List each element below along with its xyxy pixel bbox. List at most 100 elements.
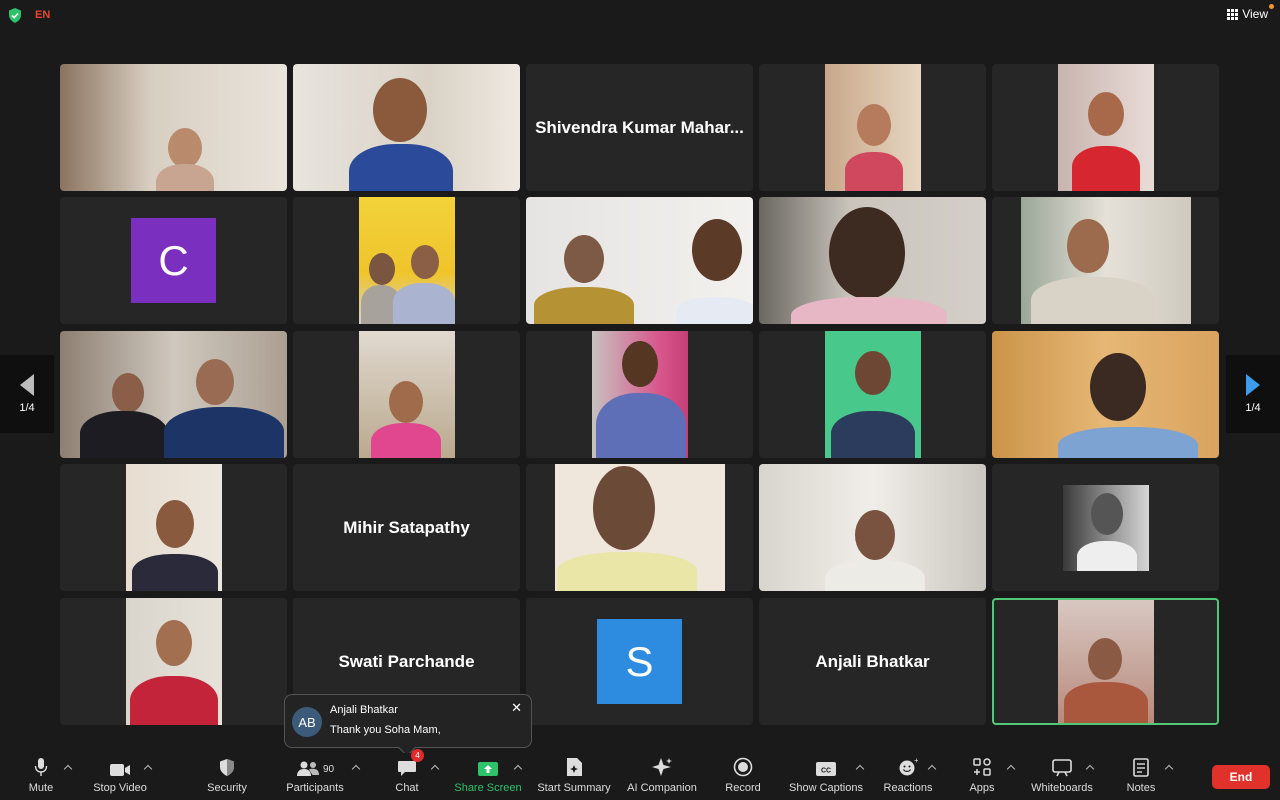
participant-tile[interactable]: Shivendra Kumar Mahar... [526, 64, 753, 191]
previous-page-button[interactable]: 1/4 [0, 355, 54, 433]
whiteboard-icon [1052, 759, 1072, 777]
participant-video-tile[interactable] [293, 64, 520, 191]
participant-tile[interactable]: C [60, 197, 287, 324]
reactions-button[interactable]: + Reactions [880, 753, 936, 800]
participant-video [358, 197, 455, 324]
record-icon [733, 757, 753, 777]
sender-avatar: AB [292, 707, 322, 737]
apps-options-caret[interactable] [1007, 763, 1015, 771]
participant-video-tile[interactable] [526, 331, 753, 458]
whiteboards-options-caret[interactable] [1086, 763, 1094, 771]
chat-button[interactable]: 4 Chat [392, 749, 424, 800]
participant-video-tile[interactable] [992, 331, 1219, 458]
shield-check-icon[interactable] [8, 8, 22, 23]
arrow-left-icon [20, 374, 34, 396]
participant-video [824, 331, 921, 458]
security-label: Security [207, 782, 247, 794]
next-page-button[interactable]: 1/4 [1226, 355, 1280, 433]
mute-options-caret[interactable] [64, 763, 72, 771]
participant-video-tile[interactable] [526, 197, 753, 324]
participant-video-tile[interactable] [293, 331, 520, 458]
arrow-right-icon [1246, 374, 1260, 396]
stop-video-button[interactable]: Stop Video [90, 753, 150, 800]
summary-icon [567, 758, 582, 776]
participants-options-caret[interactable] [352, 763, 360, 771]
participant-video-tile[interactable] [759, 464, 986, 591]
participant-name: Shivendra Kumar Mahar... [535, 117, 744, 137]
participant-video [554, 464, 725, 591]
close-icon[interactable]: ✕ [511, 700, 522, 716]
participant-video-tile[interactable] [60, 464, 287, 591]
shield-icon [220, 759, 234, 776]
grid-icon [1227, 8, 1239, 20]
apps-icon [973, 758, 991, 776]
participant-video-tile[interactable] [759, 331, 986, 458]
chat-notification-popup[interactable]: AB Anjali Bhatkar Thank you Soha Mam, ✕ [284, 694, 532, 757]
show-captions-button[interactable]: CC Show Captions [786, 753, 866, 800]
security-button[interactable]: Security [204, 753, 250, 800]
participant-video [1057, 64, 1154, 191]
participant-video-tile[interactable] [293, 197, 520, 324]
language-indicator[interactable]: EN [35, 9, 50, 21]
participant-video-tile[interactable] [759, 64, 986, 191]
chat-message-text: Thank you Soha Mam, [330, 724, 441, 736]
participants-button[interactable]: 90 Participants [284, 753, 346, 800]
chat-options-caret[interactable] [431, 763, 439, 771]
view-button[interactable]: View [1227, 4, 1274, 21]
share-options-caret[interactable] [514, 763, 522, 771]
participant-count: 90 [322, 764, 335, 775]
record-button[interactable]: Record [722, 753, 764, 800]
notes-button[interactable]: Notes [1122, 753, 1160, 800]
start-summary-label: Start Summary [537, 782, 611, 794]
reactions-label: Reactions [883, 782, 933, 794]
apps-label: Apps [969, 782, 995, 794]
notes-label: Notes [1126, 782, 1156, 794]
end-meeting-button[interactable]: End [1212, 765, 1270, 789]
participant-video-tile[interactable] [759, 197, 986, 324]
participant-video [1062, 484, 1149, 571]
participant-video [591, 331, 688, 458]
participant-video [60, 64, 287, 191]
share-screen-label: Share Screen [454, 782, 522, 794]
meeting-toolbar: Mute Stop Video Security 90 Participants… [0, 749, 1280, 800]
participant-tile[interactable]: Mihir Satapathy [293, 464, 520, 591]
start-summary-button[interactable]: Start Summary [534, 753, 614, 800]
participant-video [759, 197, 986, 324]
video-options-caret[interactable] [144, 763, 152, 771]
participant-video [125, 464, 222, 591]
whiteboards-button[interactable]: Whiteboards [1028, 753, 1096, 800]
svg-text:+: + [914, 757, 918, 765]
ai-companion-label: AI Companion [627, 782, 697, 794]
active-speaker-tile[interactable] [992, 598, 1219, 725]
participant-video-tile[interactable] [526, 464, 753, 591]
top-bar: EN View [0, 0, 1280, 30]
ai-companion-button[interactable]: AI Companion [624, 753, 700, 800]
participant-video-tile[interactable] [60, 64, 287, 191]
participants-label: Participants [286, 782, 344, 794]
participant-name: Swati Parchande [338, 651, 475, 671]
participant-name: Anjali Bhatkar [815, 651, 930, 671]
whiteboards-label: Whiteboards [1031, 782, 1093, 794]
captions-icon: CC [816, 762, 836, 776]
participant-video-tile[interactable] [992, 197, 1219, 324]
share-screen-button[interactable]: Share Screen [452, 753, 524, 800]
page-indicator-right: 1/4 [1245, 402, 1261, 414]
mute-label: Mute [28, 782, 54, 794]
chat-unread-badge: 4 [411, 749, 424, 762]
notes-options-caret[interactable] [1165, 763, 1173, 771]
participant-tile[interactable]: Anjali Bhatkar [759, 598, 986, 725]
captions-options-caret[interactable] [856, 763, 864, 771]
participant-video [992, 331, 1219, 458]
participant-video-tile[interactable] [60, 598, 287, 725]
participant-video-tile[interactable] [992, 464, 1219, 591]
participant-video-tile[interactable] [992, 64, 1219, 191]
notes-icon [1133, 758, 1149, 777]
gallery-grid: Shivendra Kumar Mahar... C Mihir Satapat… [60, 64, 1220, 726]
record-label: Record [725, 782, 761, 794]
apps-button[interactable]: Apps [962, 753, 1002, 800]
participants-icon [296, 761, 319, 776]
mute-button[interactable]: Mute [22, 753, 60, 800]
reactions-options-caret[interactable] [928, 763, 936, 771]
participant-video-tile[interactable] [60, 331, 287, 458]
participant-tile[interactable]: S [526, 598, 753, 725]
